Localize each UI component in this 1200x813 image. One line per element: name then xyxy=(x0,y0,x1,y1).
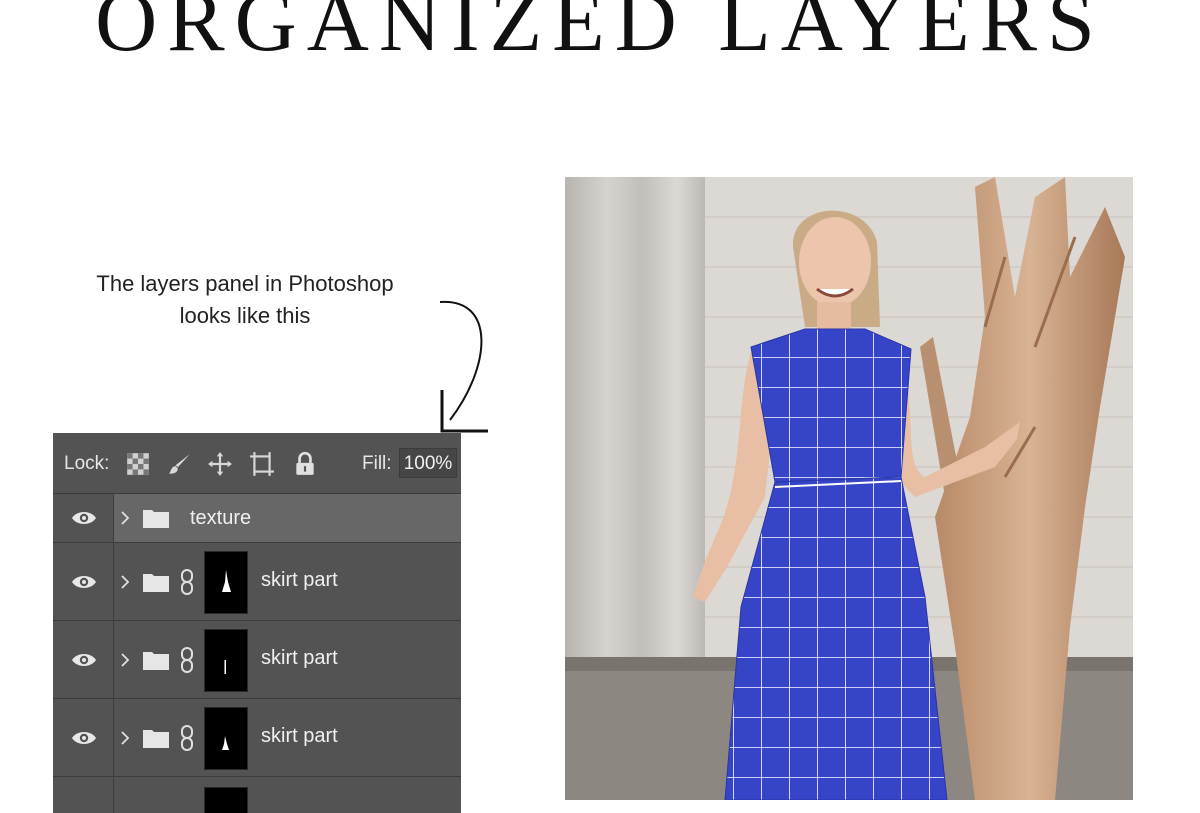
chevron-right-icon[interactable] xyxy=(120,652,130,668)
caption-line-2: looks like this xyxy=(179,303,311,328)
layer-name[interactable]: skirt part xyxy=(261,725,338,748)
layer-row-texture[interactable]: texture xyxy=(53,494,461,543)
folder-icon xyxy=(143,651,169,670)
visibility-cell[interactable] xyxy=(53,543,114,620)
caption-line-1: The layers panel in Photoshop xyxy=(96,271,394,296)
eye-icon[interactable] xyxy=(71,510,97,526)
link-chain-icon[interactable] xyxy=(179,646,195,673)
chevron-right-icon[interactable] xyxy=(120,574,130,590)
caption: The layers panel in Photoshop looks like… xyxy=(40,268,450,332)
fill-label: Fill: xyxy=(362,453,392,474)
visibility-cell[interactable] xyxy=(53,494,114,542)
transparent-pixels-lock-icon[interactable] xyxy=(125,451,151,477)
folder-icon xyxy=(143,573,169,592)
folder-icon xyxy=(143,510,169,528)
layer-mask-thumbnail[interactable] xyxy=(204,787,248,813)
layer-name[interactable]: texture xyxy=(190,507,251,530)
visibility-cell[interactable] xyxy=(53,699,114,776)
layer-row-partial[interactable] xyxy=(53,777,461,813)
layer-mask-thumbnail[interactable] xyxy=(204,707,248,770)
page-title: ORGANIZED LAYERS xyxy=(95,0,1105,69)
move-lock-icon[interactable] xyxy=(207,451,233,477)
chevron-right-icon[interactable] xyxy=(120,510,130,526)
link-chain-icon[interactable] xyxy=(179,568,195,595)
layers-panel: Lock: Fill: 100% texture skirt part skir… xyxy=(53,433,461,813)
layer-row-skirt-part[interactable]: skirt part xyxy=(53,621,461,699)
dress-mockup-photo xyxy=(565,177,1133,800)
layer-row-skirt-part[interactable]: skirt part xyxy=(53,543,461,621)
eye-icon[interactable] xyxy=(71,652,97,668)
padlock-icon[interactable] xyxy=(292,451,318,477)
artboard-lock-icon[interactable] xyxy=(249,451,275,477)
visibility-cell[interactable] xyxy=(53,621,114,698)
layer-mask-thumbnail[interactable] xyxy=(204,551,248,614)
layer-name[interactable]: skirt part xyxy=(261,569,338,592)
chevron-right-icon[interactable] xyxy=(120,730,130,746)
layer-mask-thumbnail[interactable] xyxy=(204,629,248,692)
visibility-cell[interactable] xyxy=(53,777,114,813)
eye-icon[interactable] xyxy=(71,730,97,746)
curtain xyxy=(565,177,705,697)
curved-arrow-icon xyxy=(439,300,488,433)
layer-row-skirt-part[interactable]: skirt part xyxy=(53,699,461,777)
fill-input[interactable]: 100% xyxy=(399,448,457,478)
lock-label: Lock: xyxy=(64,453,110,474)
lock-bar: Lock: Fill: 100% xyxy=(53,433,461,494)
link-chain-icon[interactable] xyxy=(179,724,195,751)
folder-icon xyxy=(143,729,169,748)
eye-icon[interactable] xyxy=(71,574,97,590)
brush-lock-icon[interactable] xyxy=(167,451,193,477)
layer-name[interactable]: skirt part xyxy=(261,647,338,670)
